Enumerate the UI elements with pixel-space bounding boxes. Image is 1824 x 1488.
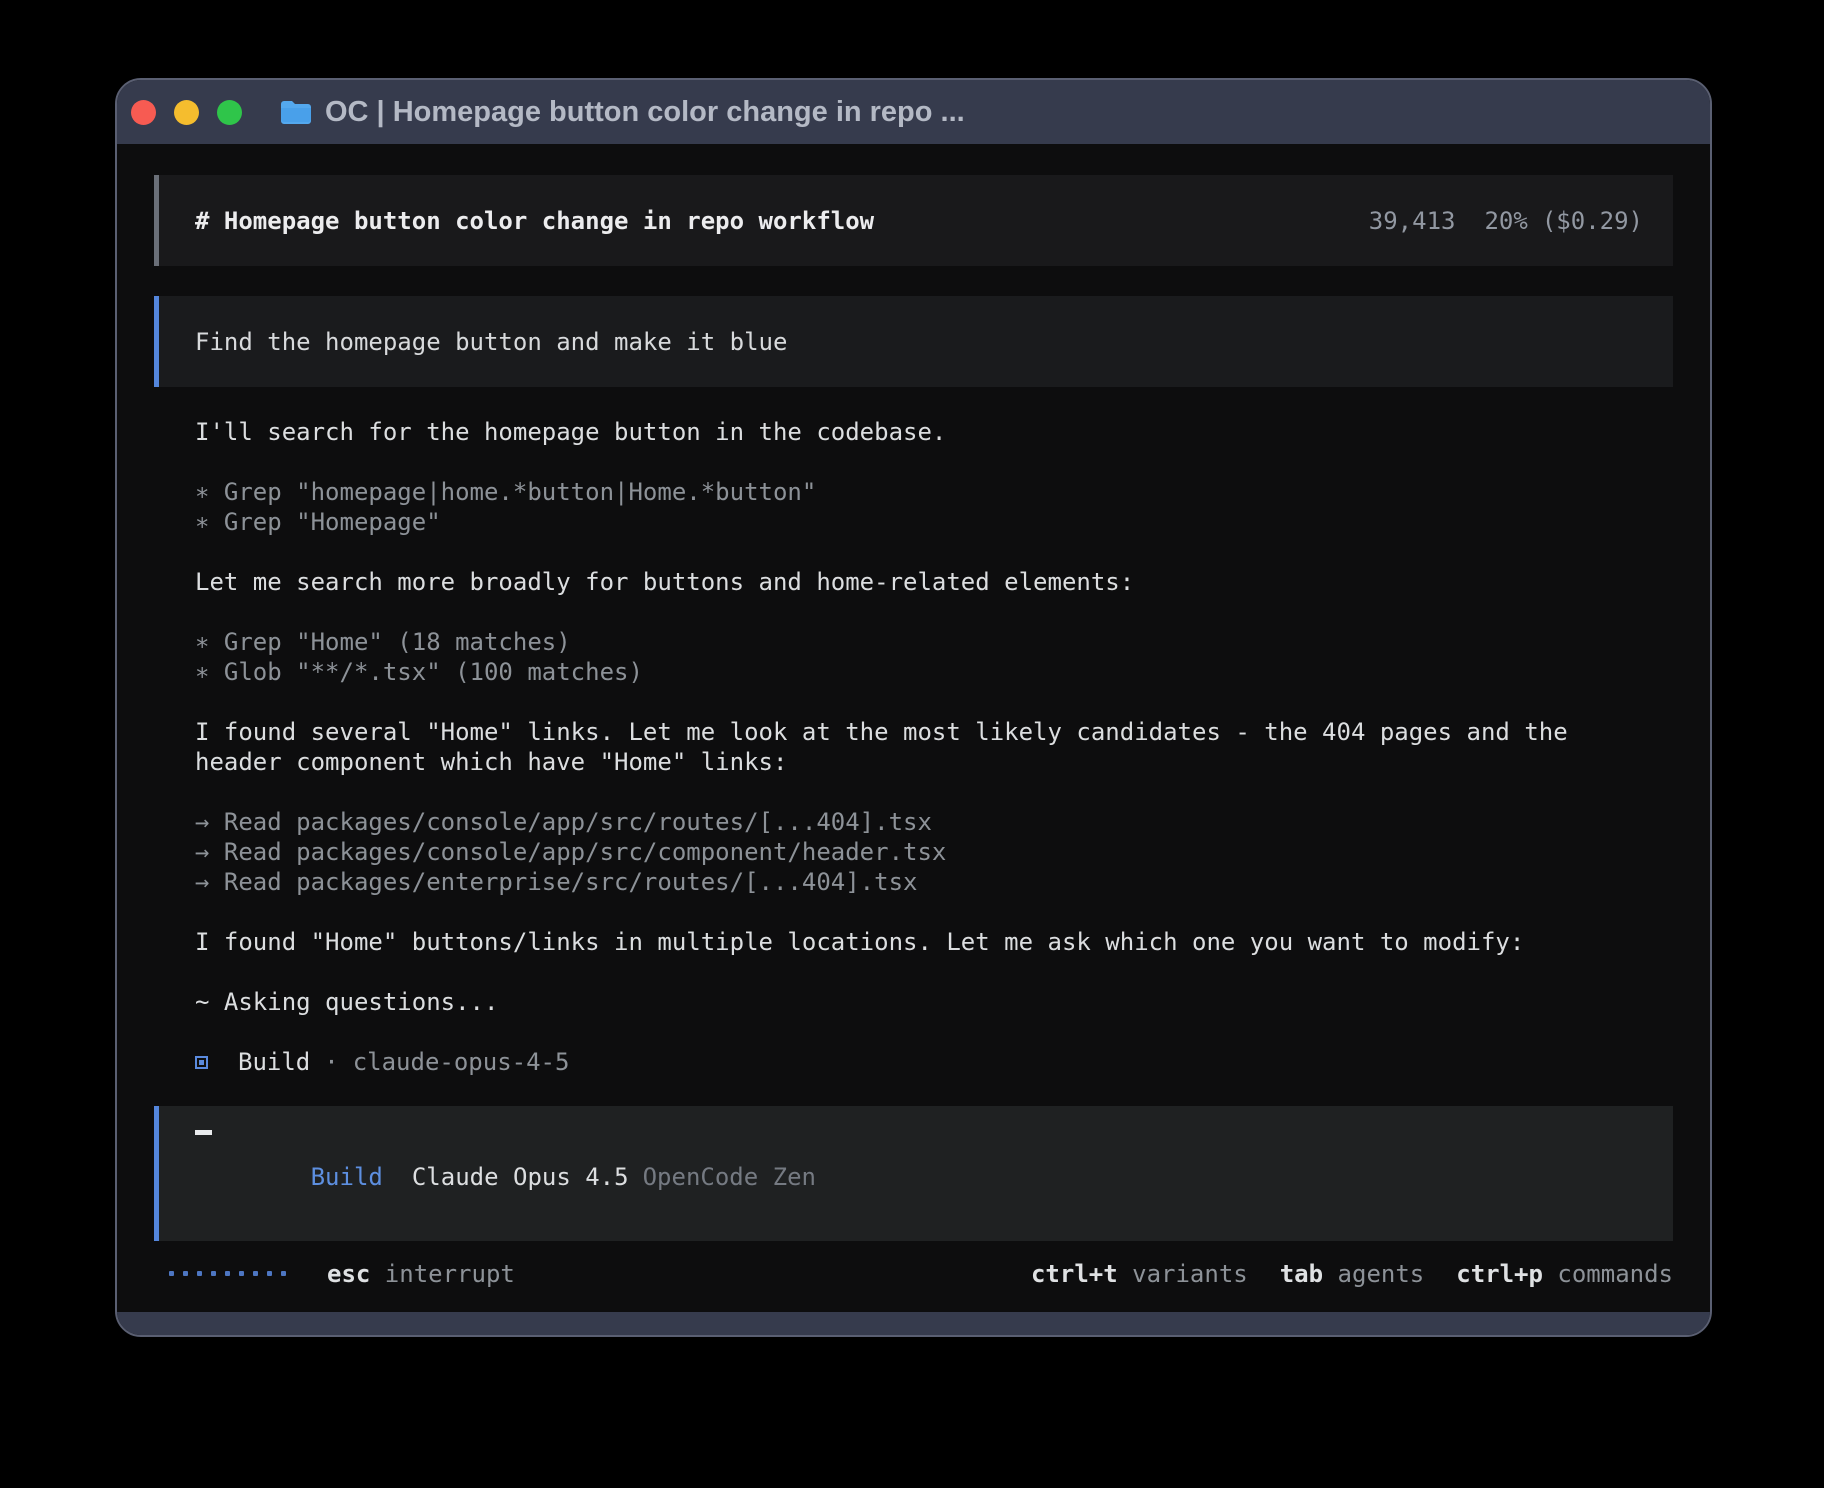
right-shortcut-hints: ctrl+t variants tab agents ctrl+p commands	[1031, 1260, 1673, 1288]
blank-line	[195, 957, 1673, 987]
shortcut-label: agents	[1323, 1260, 1424, 1288]
spinner-dot	[267, 1271, 272, 1276]
user-message-text: Find the homepage button and make it blu…	[195, 328, 787, 356]
session-title: # Homepage button color change in repo w…	[195, 207, 874, 235]
busy-spinner-dots	[169, 1271, 286, 1276]
tool-call-line: ∗ Grep "homepage|home.*button|Home.*butt…	[195, 477, 1673, 507]
input-agent-label[interactable]: Build	[311, 1163, 383, 1191]
assistant-text-line: ~ Asking questions...	[195, 987, 1673, 1017]
session-stats: 39,413 20% ($0.29)	[1369, 207, 1643, 235]
assistant-text-line: I found several "Home" links. Let me loo…	[195, 717, 1673, 747]
input-model-label[interactable]: Claude Opus 4.5	[412, 1163, 629, 1191]
status-bar: esc interrupt ctrl+t variantstab agentsc…	[154, 1241, 1673, 1312]
window-titlebar[interactable]: OC | Homepage button color change in rep…	[117, 80, 1710, 144]
close-button[interactable]	[131, 100, 156, 125]
input-provider-label: OpenCode Zen	[643, 1163, 816, 1191]
blank-line	[195, 597, 1673, 627]
window-title: OC | Homepage button color change in rep…	[325, 96, 965, 129]
shortcut-key: ctrl+p	[1456, 1260, 1543, 1288]
shortcut-label: commands	[1543, 1260, 1673, 1288]
tool-call-line: → Read packages/console/app/src/routes/[…	[195, 807, 1673, 837]
agent-status-row: Build · claude-opus-4-5	[195, 1047, 1673, 1077]
spinner-dot	[211, 1271, 216, 1276]
assistant-transcript: I'll search for the homepage button in t…	[154, 417, 1673, 1077]
spinner-dot	[253, 1271, 258, 1276]
zoom-button[interactable]	[217, 100, 242, 125]
assistant-text-line: I found "Home" buttons/links in multiple…	[195, 927, 1673, 957]
terminal-content: # Homepage button color change in repo w…	[117, 144, 1710, 1312]
tool-call-line: → Read packages/console/app/src/componen…	[195, 837, 1673, 867]
shortcut-label: interrupt	[370, 1260, 515, 1288]
terminal-window: OC | Homepage button color change in rep…	[115, 78, 1712, 1337]
folder-icon	[280, 99, 312, 126]
spinner-dot	[281, 1271, 286, 1276]
tool-call-line: ∗ Grep "Home" (18 matches)	[195, 627, 1673, 657]
shortcut-key: ctrl+t	[1031, 1260, 1118, 1288]
agent-square-icon	[195, 1056, 208, 1069]
message-input[interactable]: Build Claude Opus 4.5 OpenCode Zen	[154, 1106, 1673, 1241]
tool-call-line: → Read packages/enterprise/src/routes/[.…	[195, 867, 1673, 897]
shortcut-hint: ctrl+p commands	[1456, 1260, 1673, 1288]
session-cost: ($0.29)	[1542, 207, 1643, 235]
assistant-text-line: Let me search more broadly for buttons a…	[195, 567, 1673, 597]
blank-line	[195, 1017, 1673, 1047]
left-shortcut-hints: esc interrupt	[327, 1260, 515, 1288]
window-bottom-edge	[117, 1312, 1710, 1335]
blank-line	[195, 687, 1673, 717]
tool-call-line: ∗ Glob "**/*.tsx" (100 matches)	[195, 657, 1673, 687]
shortcut-hint: esc interrupt	[327, 1260, 515, 1288]
blank-line	[195, 447, 1673, 477]
blank-line	[195, 537, 1673, 567]
token-count: 39,413	[1369, 207, 1456, 235]
minimize-button[interactable]	[174, 100, 199, 125]
assistant-text-line: I'll search for the homepage button in t…	[195, 417, 1673, 447]
agent-name: Build	[238, 1047, 310, 1077]
shortcut-label: variants	[1118, 1260, 1248, 1288]
shortcut-hint: ctrl+t variants	[1031, 1260, 1248, 1288]
spinner-dot	[183, 1271, 188, 1276]
agent-model: claude-opus-4-5	[353, 1047, 570, 1077]
dot-separator: ·	[324, 1047, 338, 1077]
spinner-dot	[225, 1271, 230, 1276]
spinner-dot	[239, 1271, 244, 1276]
shortcut-key: esc	[327, 1260, 370, 1288]
tool-call-line: ∗ Grep "Homepage"	[195, 507, 1673, 537]
user-message: Find the homepage button and make it blu…	[154, 296, 1673, 387]
blank-line	[195, 777, 1673, 807]
context-percent: 20%	[1484, 207, 1527, 235]
session-header: # Homepage button color change in repo w…	[154, 175, 1673, 266]
input-footer: Build Claude Opus 4.5 OpenCode Zen	[195, 1135, 1637, 1219]
assistant-text-line: header component which have "Home" links…	[195, 747, 1673, 777]
spinner-dot	[197, 1271, 202, 1276]
blank-line	[195, 897, 1673, 927]
shortcut-hint: tab agents	[1280, 1260, 1425, 1288]
spinner-dot	[169, 1271, 174, 1276]
shortcut-key: tab	[1280, 1260, 1323, 1288]
window-controls	[131, 100, 242, 125]
